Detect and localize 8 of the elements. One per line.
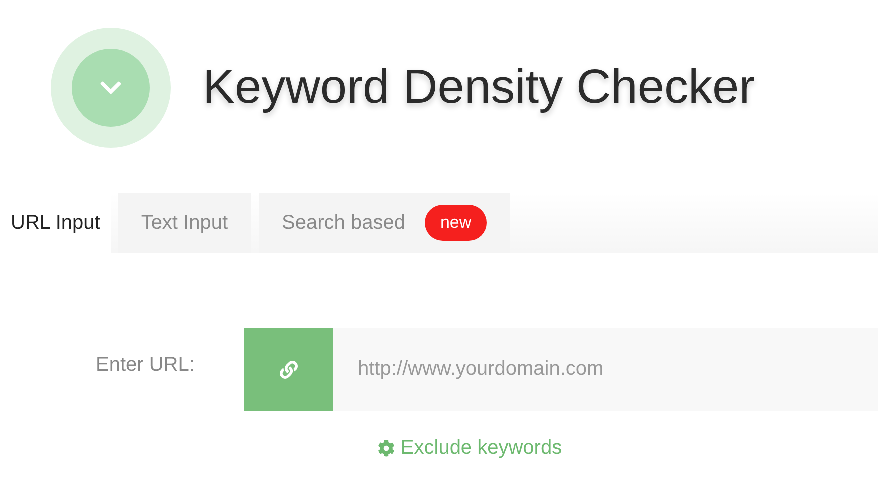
new-badge: new [425, 205, 487, 241]
url-label: Enter URL: [95, 353, 196, 378]
page-title: Keyword Density Checker [203, 60, 756, 116]
gear-icon [378, 440, 395, 456]
exclude-keywords-link[interactable]: Exclude keywords [378, 433, 562, 463]
link-button[interactable] [244, 328, 333, 411]
link-icon [280, 360, 298, 378]
url-input[interactable]: http://www.yourdomain.com [333, 328, 878, 411]
